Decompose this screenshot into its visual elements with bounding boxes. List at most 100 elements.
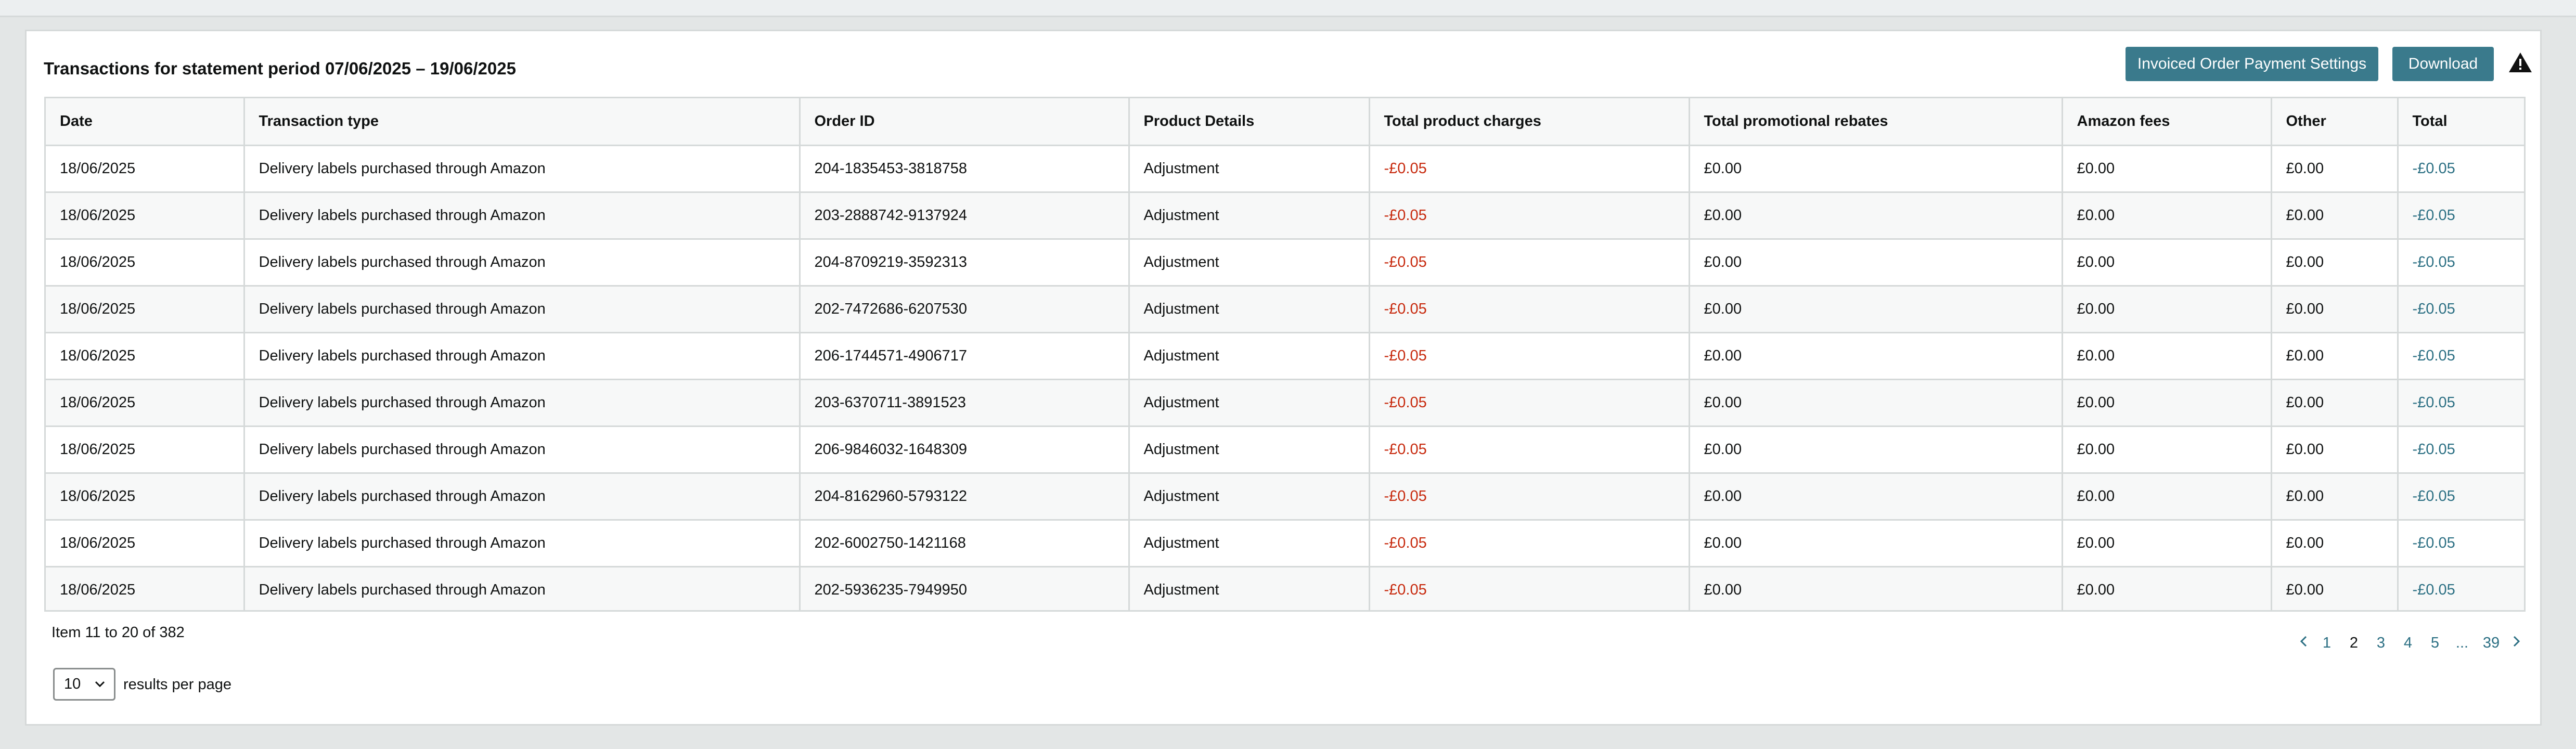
column-header-date[interactable]: Date [46,98,245,146]
cell-transaction-type: Delivery labels purchased through Amazon [244,286,801,333]
cell-other: £0.00 [2271,566,2399,610]
cell-total[interactable]: -£0.05 [2398,426,2524,474]
cell-total-product-charges: -£0.05 [1369,239,1690,287]
cell-total-product-charges: -£0.05 [1369,192,1690,240]
cell-total-product-charges: -£0.05 [1369,426,1690,474]
cell-total[interactable]: -£0.05 [2398,145,2524,193]
cell-amazon-fees: £0.00 [2062,239,2272,287]
table-row: 18/06/2025 Delivery labels purchased thro… [46,566,2524,610]
cell-order-id: 206-1744571-4906717 [800,332,1130,380]
cell-other: £0.00 [2271,286,2399,333]
cell-transaction-type: Delivery labels purchased through Amazon [244,145,801,193]
cell-date: 18/06/2025 [46,473,245,521]
column-header-total-product-charges[interactable]: Total product charges [1369,98,1690,146]
table-header-row: Date Transaction type Order ID Product D… [46,98,2524,146]
results-per-page-select[interactable]: 10 [53,668,115,701]
cell-total-product-charges: -£0.05 [1369,145,1690,193]
page-link-2[interactable]: 2 [2340,635,2367,652]
chevron-right-icon[interactable] [2507,635,2526,652]
cell-amazon-fees: £0.00 [2062,332,2272,380]
cell-order-id: 204-8162960-5793122 [800,473,1130,521]
cell-amazon-fees: £0.00 [2062,426,2272,474]
transactions-table-container: Date Transaction type Order ID Product D… [44,97,2526,612]
page-link-39[interactable]: 39 [2476,635,2507,652]
column-header-transaction-type[interactable]: Transaction type [244,98,801,146]
cell-product-details: Adjustment [1129,520,1370,567]
page-link-5[interactable]: 5 [2422,635,2449,652]
cell-total[interactable]: -£0.05 [2398,379,2524,427]
cell-total-promotional-rebates: £0.00 [1689,566,2063,610]
cell-total[interactable]: -£0.05 [2398,192,2524,240]
transactions-card: Transactions for statement period 07/06/… [25,30,2542,726]
cell-other: £0.00 [2271,473,2399,521]
cell-order-id: 204-8709219-3592313 [800,239,1130,287]
table-row: 18/06/2025 Delivery labels purchased thro… [46,379,2524,427]
page-link-3[interactable]: 3 [2367,635,2394,652]
cell-date: 18/06/2025 [46,239,245,287]
cell-order-id: 203-6370711-3891523 [800,379,1130,427]
column-header-order-id[interactable]: Order ID [800,98,1130,146]
cell-other: £0.00 [2271,332,2399,380]
invoiced-order-payment-settings-button[interactable]: Invoiced Order Payment Settings [2126,47,2378,81]
page-link-4[interactable]: 4 [2394,635,2422,652]
cell-date: 18/06/2025 [46,145,245,193]
cell-product-details: Adjustment [1129,239,1370,287]
table-row: 18/06/2025 Delivery labels purchased thro… [46,332,2524,380]
items-range-text: Item 11 to 20 of 382 [51,624,185,641]
warning-triangle-icon[interactable] [2508,51,2533,73]
table-row: 18/06/2025 Delivery labels purchased thro… [46,286,2524,333]
cell-product-details: Adjustment [1129,473,1370,521]
cell-other: £0.00 [2271,145,2399,193]
cell-date: 18/06/2025 [46,566,245,610]
column-header-other[interactable]: Other [2271,98,2399,146]
cell-date: 18/06/2025 [46,379,245,427]
cell-total[interactable]: -£0.05 [2398,286,2524,333]
cell-total-promotional-rebates: £0.00 [1689,286,2063,333]
top-bar [0,0,2576,17]
cell-date: 18/06/2025 [46,332,245,380]
cell-order-id: 202-7472686-6207530 [800,286,1130,333]
cell-other: £0.00 [2271,520,2399,567]
cell-date: 18/06/2025 [46,286,245,333]
column-header-total-promotional-rebates[interactable]: Total promotional rebates [1689,98,2063,146]
cell-order-id: 202-6002750-1421168 [800,520,1130,567]
chevron-left-icon[interactable] [2295,635,2313,652]
cell-amazon-fees: £0.00 [2062,520,2272,567]
cell-total-promotional-rebates: £0.00 [1689,379,2063,427]
cell-order-id: 204-1835453-3818758 [800,145,1130,193]
page-link-1[interactable]: 1 [2313,635,2340,652]
cell-total[interactable]: -£0.05 [2398,239,2524,287]
table-row: 18/06/2025 Delivery labels purchased thro… [46,145,2524,193]
results-per-page-value: 10 [64,676,81,692]
cell-total[interactable]: -£0.05 [2398,473,2524,521]
cell-order-id: 203-2888742-9137924 [800,192,1130,240]
cell-transaction-type: Delivery labels purchased through Amazon [244,379,801,427]
cell-total-promotional-rebates: £0.00 [1689,520,2063,567]
cell-total[interactable]: -£0.05 [2398,520,2524,567]
table-row: 18/06/2025 Delivery labels purchased thro… [46,426,2524,474]
cell-order-id: 206-9846032-1648309 [800,426,1130,474]
cell-date: 18/06/2025 [46,520,245,567]
table-row: 18/06/2025 Delivery labels purchased thro… [46,239,2524,287]
cell-transaction-type: Delivery labels purchased through Amazon [244,520,801,567]
cell-total-product-charges: -£0.05 [1369,332,1690,380]
cell-total-promotional-rebates: £0.00 [1689,332,2063,380]
cell-amazon-fees: £0.00 [2062,286,2272,333]
cell-total-promotional-rebates: £0.00 [1689,192,2063,240]
download-button[interactable]: Download [2392,47,2494,81]
table-row: 18/06/2025 Delivery labels purchased thro… [46,520,2524,567]
cell-total-promotional-rebates: £0.00 [1689,145,2063,193]
column-header-amazon-fees[interactable]: Amazon fees [2062,98,2272,146]
cell-other: £0.00 [2271,192,2399,240]
column-header-product-details[interactable]: Product Details [1129,98,1370,146]
cell-total-product-charges: -£0.05 [1369,286,1690,333]
cell-total[interactable]: -£0.05 [2398,566,2524,610]
pagination-ellipsis: ... [2455,634,2469,651]
cell-other: £0.00 [2271,239,2399,287]
cell-total-product-charges: -£0.05 [1369,520,1690,567]
column-header-total[interactable]: Total [2398,98,2524,146]
cell-total-product-charges: -£0.05 [1369,473,1690,521]
table-row: 18/06/2025 Delivery labels purchased thro… [46,473,2524,521]
cell-total[interactable]: -£0.05 [2398,332,2524,380]
cell-total-promotional-rebates: £0.00 [1689,473,2063,521]
